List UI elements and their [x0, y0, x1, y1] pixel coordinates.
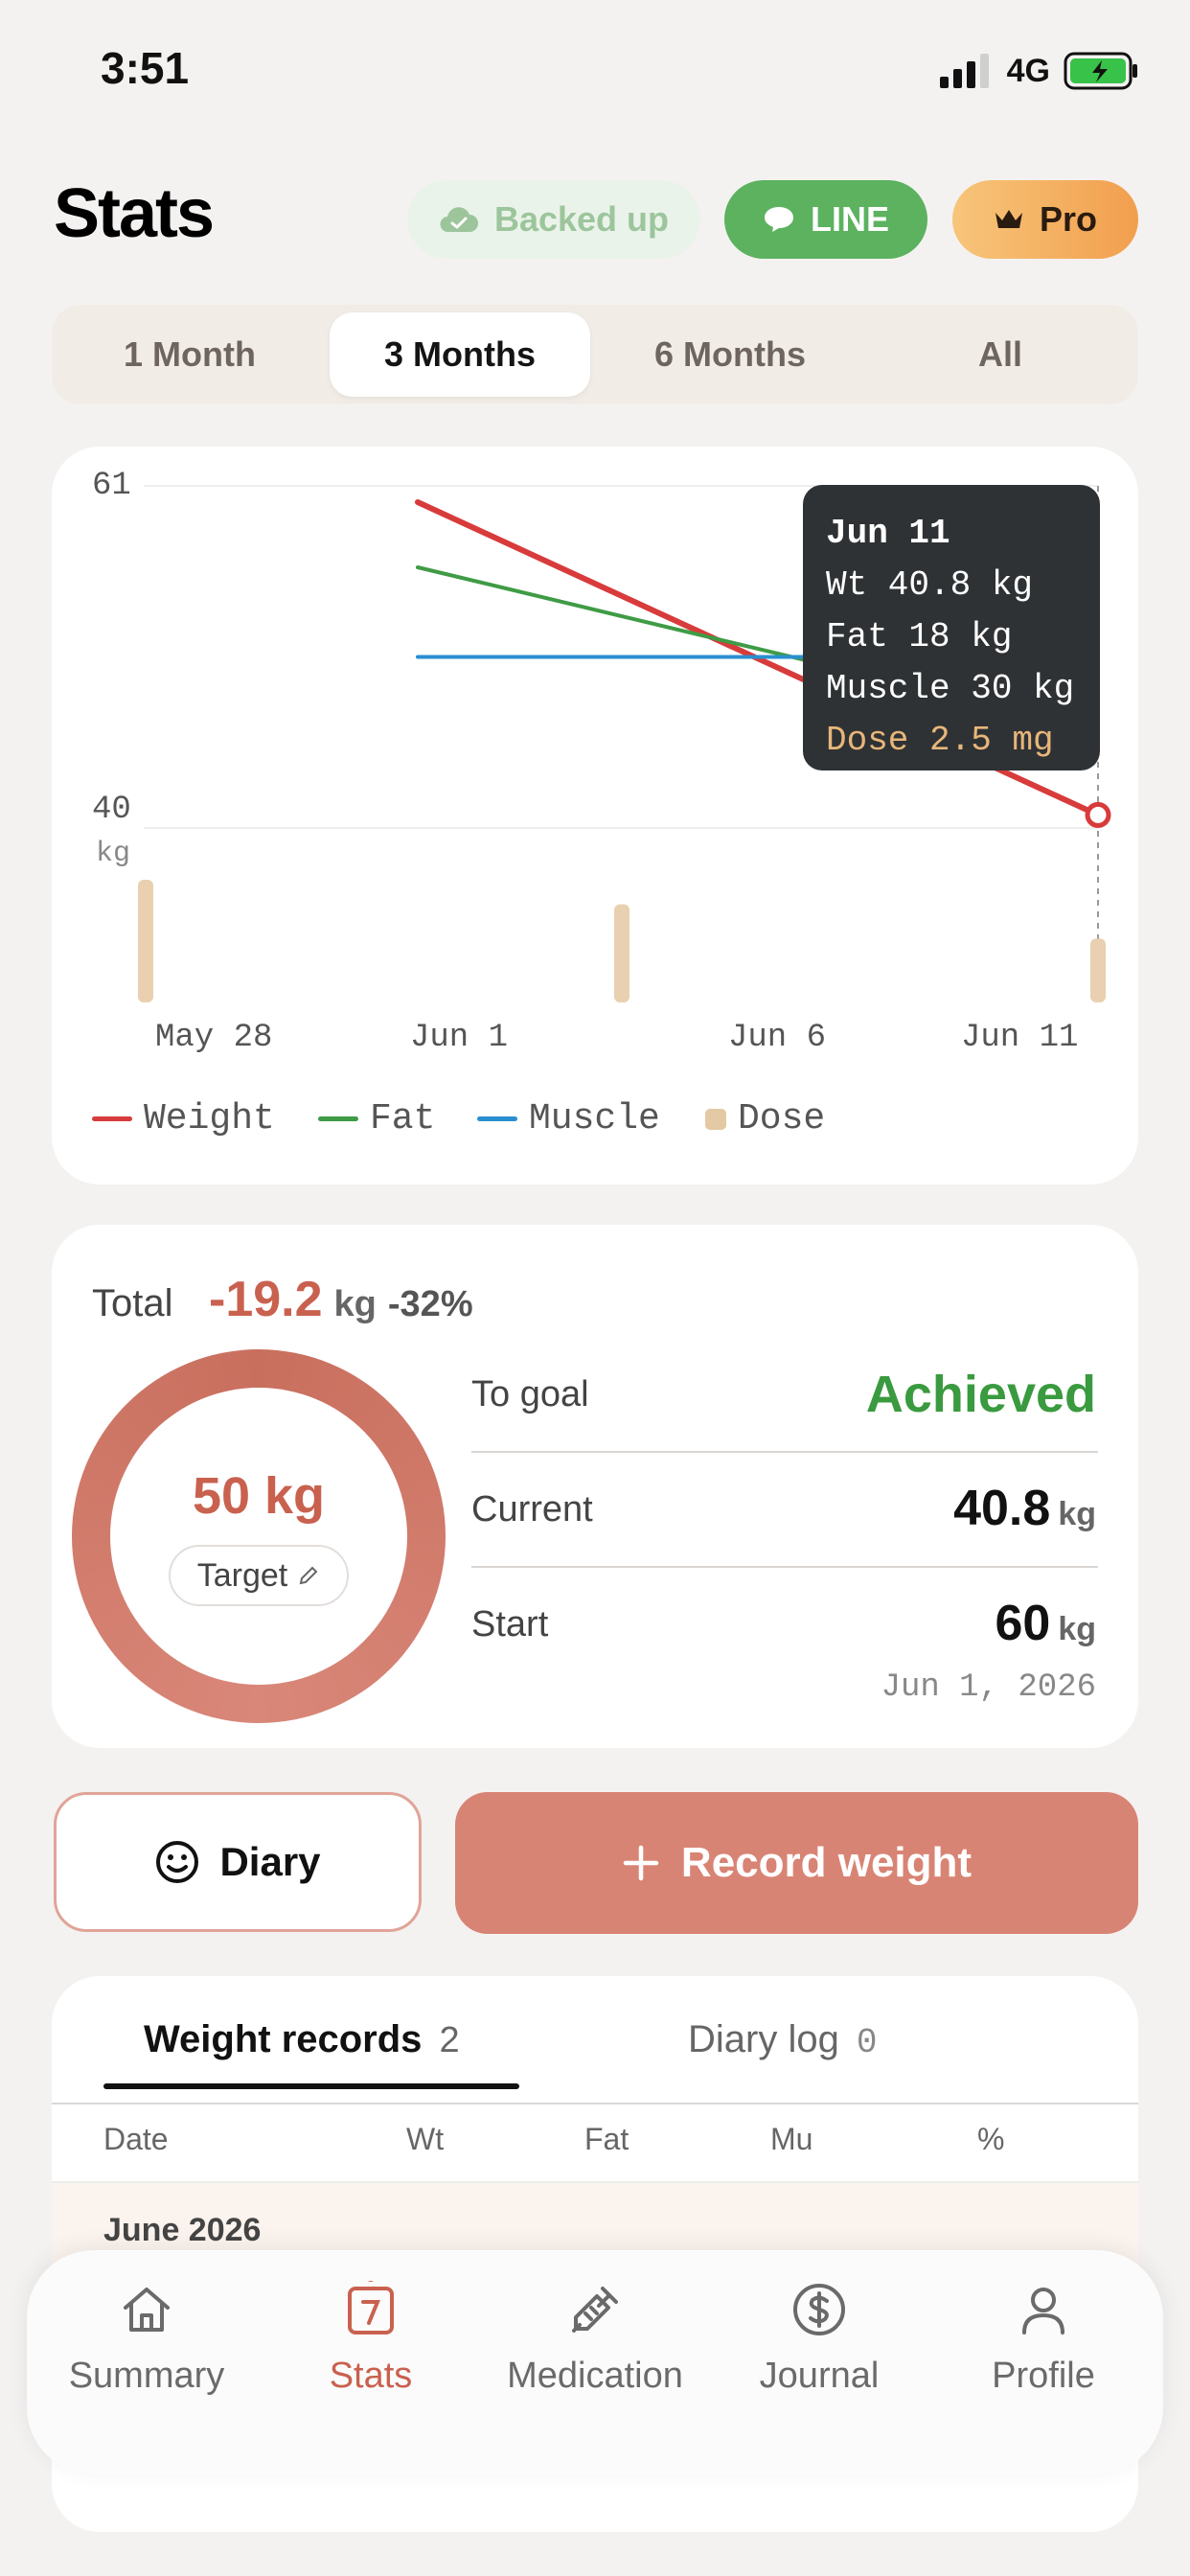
nav-stats-label: Stats [329, 2356, 413, 2396]
column-date: Date [103, 2122, 169, 2156]
current-value: 40.8 [953, 1481, 1051, 1536]
smiley-icon [156, 1841, 199, 1883]
diary-button[interactable]: Diary [54, 1792, 422, 1932]
start-date: Jun 1, 2026 [881, 1669, 1096, 1706]
nav-stats[interactable]: Stats [256, 2281, 486, 2397]
dose-bar-2 [1090, 938, 1106, 1002]
nav-profile-label: Profile [992, 2356, 1095, 2396]
column-percent: % [977, 2122, 1005, 2156]
x-tick-jun-1: Jun 1 [410, 1020, 509, 1056]
current-label: Current [471, 1489, 593, 1530]
month-group-label: June 2026 [103, 2212, 262, 2248]
tooltip-date: Jun 11 [826, 514, 950, 553]
to-goal-value: Achieved [865, 1366, 1096, 1423]
legend-muscle-swatch [477, 1116, 517, 1121]
legend-weight-label: Weight [144, 1098, 275, 1139]
legend-dose-label: Dose [738, 1098, 826, 1139]
total-percent: -32% [387, 1284, 473, 1324]
nav-summary-label: Summary [68, 2356, 225, 2396]
legend-weight-swatch [92, 1116, 132, 1121]
dose-bars [138, 880, 1106, 1002]
tab-diary-log[interactable]: Diary log 0 [688, 2018, 877, 2062]
legend-fat: Fat [318, 1098, 435, 1139]
start-unit: kg [1058, 1611, 1096, 1647]
summary-divider-2 [471, 1566, 1098, 1568]
legend-muscle-label: Muscle [529, 1098, 660, 1139]
legend-weight: Weight [92, 1098, 275, 1139]
goal-progress-ring-center [110, 1388, 407, 1685]
chart-tooltip: Jun 11 Wt 40.8 kg Fat 18 kg Muscle 30 kg… [803, 485, 1100, 770]
target-label: Target [196, 1556, 288, 1594]
x-tick-jun-11: Jun 11 [961, 1020, 1079, 1056]
total-value: -19.2 [209, 1272, 323, 1327]
dollar-icon [793, 2284, 845, 2335]
tab-weight-records[interactable]: Weight records 2 [144, 2018, 460, 2061]
start-label: Start [471, 1604, 549, 1644]
tooltip-weight: Wt 40.8 kg [826, 565, 1034, 605]
syringe-icon [572, 2287, 618, 2333]
dose-bar-1 [614, 904, 629, 1002]
current-weight: 40.8 kg [953, 1480, 1096, 1537]
record-weight-label: Record weight [680, 1839, 973, 1886]
x-tick-jun-6: Jun 6 [728, 1020, 827, 1056]
tab-diary-log-count: 0 [856, 2023, 878, 2062]
to-goal-label: To goal [471, 1374, 589, 1414]
total-change: -19.2 kg -32% [209, 1271, 473, 1328]
legend-fat-label: Fat [370, 1098, 436, 1139]
column-fat: Fat [584, 2122, 629, 2156]
column-weight: Wt [406, 2122, 445, 2156]
tooltip-fat: Fat 18 kg [826, 617, 1013, 656]
nav-summary[interactable]: Summary [32, 2281, 262, 2397]
total-unit: kg [333, 1284, 377, 1324]
nav-medication[interactable]: Medication [480, 2281, 710, 2397]
person-icon [1022, 2288, 1064, 2334]
nav-journal-label: Journal [759, 2356, 880, 2396]
dose-bar-0 [138, 880, 153, 1002]
tab-diary-log-label: Diary log [688, 2018, 839, 2060]
start-weight: 60 kg [995, 1595, 1096, 1652]
column-muscle: Mu [770, 2122, 813, 2156]
home-icon [124, 2288, 170, 2332]
legend-fat-swatch [318, 1116, 358, 1121]
tab-weight-records-label: Weight records [144, 2018, 423, 2060]
legend-dose: Dose [705, 1098, 825, 1139]
tabs-divider [52, 2103, 1138, 2104]
legend-dose-swatch [705, 1108, 726, 1130]
nav-profile[interactable]: Profile [928, 2281, 1158, 2397]
total-label: Total [92, 1282, 173, 1324]
tooltip-muscle: Muscle 30 kg [826, 669, 1075, 708]
edit-target-button[interactable]: Target [169, 1545, 349, 1606]
tooltip-dose: Dose 2.5 mg [826, 721, 1054, 760]
tab-weight-records-count: 2 [439, 2020, 460, 2060]
summary-divider-1 [471, 1451, 1098, 1453]
selected-weight-point[interactable] [1085, 801, 1111, 828]
legend-muscle: Muscle [477, 1098, 660, 1139]
nav-medication-label: Medication [507, 2356, 683, 2396]
x-tick-may-28: May 28 [155, 1020, 273, 1056]
calendar-icon [348, 2281, 394, 2334]
current-unit: kg [1058, 1496, 1096, 1532]
target-value: 50 kg [192, 1467, 326, 1525]
pencil-icon [299, 1566, 318, 1585]
plus-icon [623, 1845, 659, 1881]
active-tab-indicator [103, 2083, 519, 2089]
diary-label: Diary [219, 1839, 321, 1884]
start-value: 60 [995, 1596, 1051, 1651]
record-weight-button[interactable]: Record weight [455, 1792, 1138, 1934]
nav-journal[interactable]: Journal [704, 2281, 934, 2397]
